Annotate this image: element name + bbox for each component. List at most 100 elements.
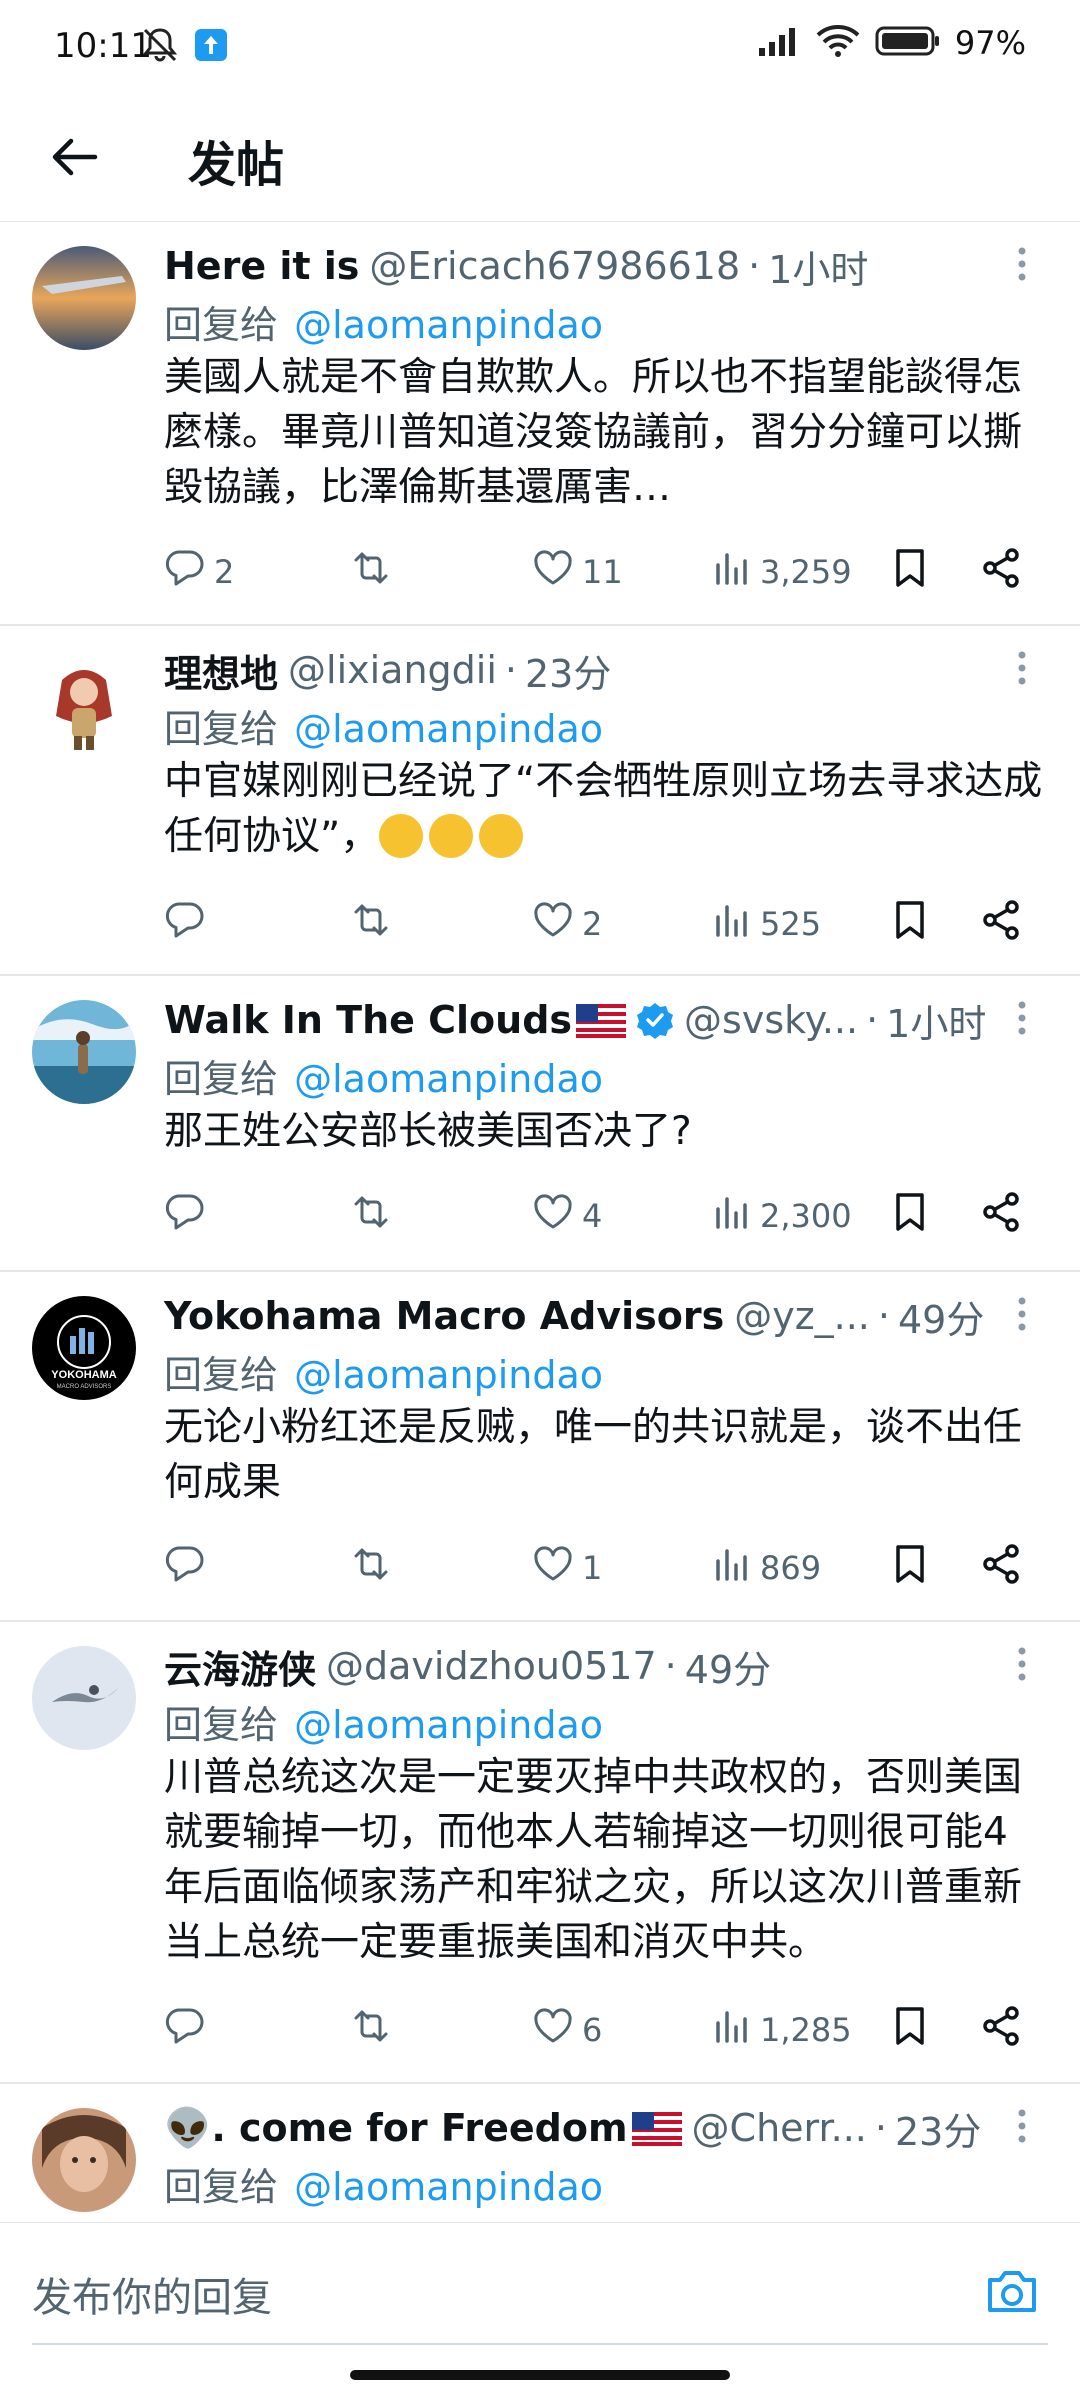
like-button[interactable]: 6	[532, 2000, 602, 2060]
tweet-text: 川普总统这次是一定要灭掉中共政权的，否则美国就要输掉一切，而他本人若输掉这一切则…	[164, 1755, 1023, 1965]
reply-item[interactable]: Walk In The Clouds @svsky... · 1小时 回复给 @…	[0, 976, 1080, 1272]
more-button[interactable]	[1000, 2106, 1044, 2150]
post-time: 23分	[894, 2109, 982, 2154]
avatar[interactable]	[32, 650, 136, 754]
reply-button[interactable]	[164, 894, 214, 954]
share-button[interactable]	[980, 1186, 1022, 1246]
mention-link[interactable]: @laomanpindao	[294, 1353, 603, 1397]
repost-button[interactable]	[348, 1538, 402, 1598]
avatar[interactable]	[32, 1646, 136, 1750]
more-vertical-icon	[1018, 651, 1026, 689]
tweet-header: 👽. come for Freedom @Cherr... · 23分	[164, 2100, 1014, 2156]
bookmark-button[interactable]	[892, 1538, 928, 1598]
repost-button[interactable]	[348, 894, 402, 954]
views-button[interactable]: 3,259	[712, 542, 852, 602]
avatar[interactable]	[32, 246, 136, 350]
bookmark-button[interactable]	[892, 2000, 928, 2060]
reply-button[interactable]	[164, 1186, 214, 1246]
bookmark-button[interactable]	[892, 542, 928, 602]
like-button[interactable]: 11	[532, 542, 623, 602]
reply-item[interactable]: Here it is @Ericach67986618 · 1小时 回复给 @l…	[0, 222, 1080, 626]
like-count: 11	[582, 553, 623, 591]
mention-link[interactable]: @laomanpindao	[294, 1703, 603, 1747]
views-button[interactable]: 525	[712, 894, 821, 954]
share-button[interactable]	[980, 542, 1022, 602]
user-handle[interactable]: @svsky...	[684, 998, 858, 1042]
display-name[interactable]: 云海游侠	[164, 1639, 316, 1694]
avatar[interactable]: YOKOHAMA MACRO ADVISORS	[32, 1296, 136, 1400]
signal-icon	[755, 24, 801, 62]
user-handle[interactable]: @davidzhou0517	[326, 1644, 657, 1688]
mention-link[interactable]: @laomanpindao	[294, 707, 603, 751]
user-handle[interactable]: @Cherr...	[692, 2106, 867, 2150]
like-count: 2	[582, 905, 603, 943]
more-vertical-icon	[1018, 2109, 1026, 2147]
header: 发帖	[0, 100, 1080, 222]
reply-button[interactable]: 2	[164, 542, 234, 602]
camera-button[interactable]	[982, 2263, 1042, 2323]
avatar[interactable]	[32, 2108, 136, 2212]
heart-icon	[532, 549, 574, 595]
views-button[interactable]: 2,300	[712, 1186, 852, 1246]
user-handle[interactable]: @yz_...	[734, 1294, 870, 1338]
more-vertical-icon	[1018, 247, 1026, 285]
bookmark-icon	[892, 1191, 928, 1241]
bookmark-button[interactable]	[892, 1186, 928, 1246]
more-button[interactable]	[1000, 998, 1044, 1042]
share-icon	[980, 899, 1022, 949]
user-handle[interactable]: @Ericach67986618	[369, 244, 740, 288]
reply-item[interactable]: 👽. come for Freedom @Cherr... · 23分 回复给 …	[0, 2084, 1080, 2222]
reply-count: 2	[214, 553, 235, 591]
repost-button[interactable]	[348, 1186, 402, 1246]
reply-button[interactable]	[164, 2000, 214, 2060]
camera-icon	[984, 2266, 1040, 2320]
repost-icon	[348, 548, 394, 596]
reply-item[interactable]: YOKOHAMA MACRO ADVISORS Yokohama Macro Ad…	[0, 1272, 1080, 1622]
user-handle[interactable]: @lixiangdii	[288, 648, 497, 692]
more-button[interactable]	[1000, 1294, 1044, 1338]
more-button[interactable]	[1000, 244, 1044, 288]
display-name[interactable]: Yokohama Macro Advisors	[164, 1294, 724, 1338]
repost-icon	[348, 1192, 394, 1240]
reply-compose-bar[interactable]: 发布你的回复	[0, 2222, 1080, 2362]
reply-input[interactable]: 发布你的回复	[32, 2265, 272, 2323]
repost-button[interactable]	[348, 2000, 402, 2060]
views-button[interactable]: 1,285	[712, 2000, 852, 2060]
status-bar: 10:11 97%	[0, 0, 1080, 100]
mention-link[interactable]: @laomanpindao	[294, 2165, 603, 2209]
like-button[interactable]: 4	[532, 1186, 602, 1246]
share-button[interactable]	[980, 894, 1022, 954]
like-button[interactable]: 2	[532, 894, 602, 954]
display-name[interactable]: 理想地	[164, 643, 278, 698]
status-time: 10:11	[54, 26, 152, 66]
more-button[interactable]	[1000, 648, 1044, 692]
home-indicator[interactable]	[350, 2370, 730, 2380]
reply-list[interactable]: Here it is @Ericach67986618 · 1小时 回复给 @l…	[0, 222, 1080, 2222]
share-button[interactable]	[980, 2000, 1022, 2060]
more-button[interactable]	[1000, 1644, 1044, 1688]
mention-link[interactable]: @laomanpindao	[294, 303, 603, 347]
replying-prefix: 回复给	[164, 2165, 279, 2209]
reply-item[interactable]: 云海游侠 @davidzhou0517 · 49分 回复给 @laomanpin…	[0, 1622, 1080, 2084]
repost-icon	[348, 1544, 394, 1592]
views-button[interactable]: 869	[712, 1538, 821, 1598]
mention-link[interactable]: @laomanpindao	[294, 1057, 603, 1101]
bookmark-button[interactable]	[892, 894, 928, 954]
replying-to: 回复给 @laomanpindao	[164, 1344, 603, 1399]
like-count: 6	[582, 2011, 603, 2049]
views-icon	[712, 1193, 752, 1239]
avatar[interactable]	[32, 1000, 136, 1104]
repost-button[interactable]	[348, 542, 402, 602]
reply-item[interactable]: 理想地 @lixiangdii · 23分 回复给 @laomanpindao …	[0, 626, 1080, 976]
post-time: 1小时	[886, 1001, 987, 1046]
display-name[interactable]: Walk In The Clouds	[164, 998, 572, 1042]
reply-button[interactable]	[164, 1538, 214, 1598]
share-icon	[980, 547, 1022, 597]
back-button[interactable]	[40, 124, 110, 194]
like-button[interactable]: 1	[532, 1538, 602, 1598]
upside-down-face-emoji	[429, 813, 474, 858]
display-name[interactable]: Here it is	[164, 244, 359, 288]
tweet-header: 理想地 @lixiangdii · 23分	[164, 642, 1014, 698]
share-button[interactable]	[980, 1538, 1022, 1598]
display-name[interactable]: 👽. come for Freedom	[164, 2106, 628, 2151]
